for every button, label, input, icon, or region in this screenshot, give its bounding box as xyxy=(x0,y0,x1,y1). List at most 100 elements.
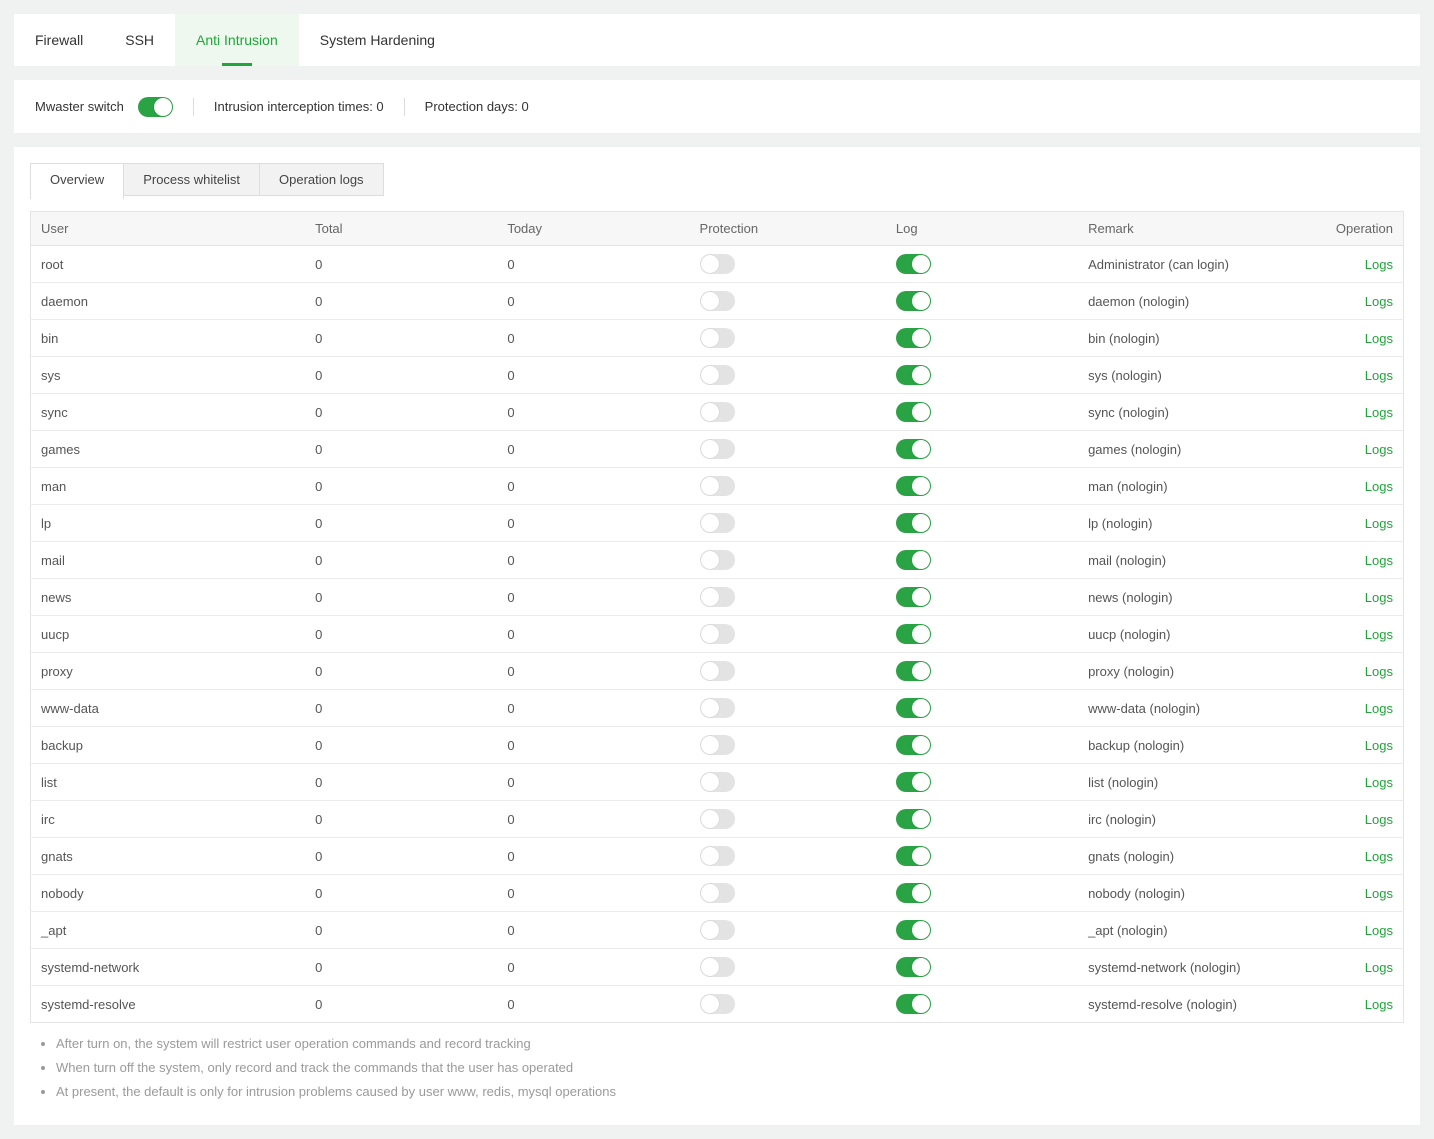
log-toggle[interactable] xyxy=(896,328,931,348)
toggle-knob xyxy=(701,995,719,1013)
user-table: UserTotalTodayProtectionLogRemarkOperati… xyxy=(30,211,1404,1023)
remark-cell: games (nologin) xyxy=(1078,431,1325,468)
logs-link[interactable]: Logs xyxy=(1365,294,1393,309)
log-toggle[interactable] xyxy=(896,809,931,829)
protection-toggle[interactable] xyxy=(700,772,735,792)
today-cell: 0 xyxy=(497,875,689,912)
log-toggle[interactable] xyxy=(896,254,931,274)
log-toggle[interactable] xyxy=(896,698,931,718)
protection-toggle[interactable] xyxy=(700,254,735,274)
total-cell: 0 xyxy=(305,616,497,653)
log-toggle[interactable] xyxy=(896,846,931,866)
protection-toggle[interactable] xyxy=(700,550,735,570)
logs-link[interactable]: Logs xyxy=(1365,405,1393,420)
top-tab[interactable]: SSH xyxy=(104,14,175,66)
logs-link[interactable]: Logs xyxy=(1365,775,1393,790)
protection-toggle[interactable] xyxy=(700,698,735,718)
logs-link[interactable]: Logs xyxy=(1365,664,1393,679)
total-cell: 0 xyxy=(305,801,497,838)
log-toggle[interactable] xyxy=(896,735,931,755)
user-cell: news xyxy=(31,579,306,616)
master-switch-toggle[interactable] xyxy=(138,97,173,117)
table-row: proxy 0 0 proxy (nologin) Logs xyxy=(31,653,1404,690)
logs-link[interactable]: Logs xyxy=(1365,257,1393,272)
toggle-knob xyxy=(154,98,172,116)
logs-link[interactable]: Logs xyxy=(1365,923,1393,938)
log-toggle[interactable] xyxy=(896,365,931,385)
protection-toggle[interactable] xyxy=(700,920,735,940)
note-item: At present, the default is only for intr… xyxy=(56,1085,1404,1099)
table-row: uucp 0 0 uucp (nologin) Logs xyxy=(31,616,1404,653)
total-cell: 0 xyxy=(305,764,497,801)
top-tab-label: System Hardening xyxy=(320,32,435,48)
logs-link[interactable]: Logs xyxy=(1365,960,1393,975)
logs-link[interactable]: Logs xyxy=(1365,701,1393,716)
protection-toggle[interactable] xyxy=(700,661,735,681)
logs-link[interactable]: Logs xyxy=(1365,516,1393,531)
protection-toggle[interactable] xyxy=(700,365,735,385)
protection-toggle[interactable] xyxy=(700,846,735,866)
log-toggle[interactable] xyxy=(896,624,931,644)
log-toggle[interactable] xyxy=(896,772,931,792)
log-toggle[interactable] xyxy=(896,550,931,570)
toggle-knob xyxy=(912,699,930,717)
logs-link[interactable]: Logs xyxy=(1365,886,1393,901)
log-toggle[interactable] xyxy=(896,439,931,459)
log-toggle[interactable] xyxy=(896,513,931,533)
protection-toggle[interactable] xyxy=(700,994,735,1014)
top-tab[interactable]: System Hardening xyxy=(299,14,456,66)
log-toggle[interactable] xyxy=(896,476,931,496)
protection-toggle[interactable] xyxy=(700,587,735,607)
protection-toggle[interactable] xyxy=(700,476,735,496)
today-cell: 0 xyxy=(497,283,689,320)
today-cell: 0 xyxy=(497,320,689,357)
today-cell: 0 xyxy=(497,801,689,838)
table-row: www-data 0 0 www-data (nologin) Logs xyxy=(31,690,1404,727)
logs-link[interactable]: Logs xyxy=(1365,738,1393,753)
protection-toggle[interactable] xyxy=(700,624,735,644)
protection-toggle[interactable] xyxy=(700,957,735,977)
top-tab-bar: Firewall SSH Anti Intrusion System Harde… xyxy=(14,14,1420,66)
toggle-knob xyxy=(701,736,719,754)
log-toggle[interactable] xyxy=(896,920,931,940)
top-tab[interactable]: Firewall xyxy=(14,14,104,66)
sub-tab[interactable]: Operation logs xyxy=(259,163,384,196)
table-row: root 0 0 Administrator (can login) Logs xyxy=(31,246,1404,283)
log-toggle[interactable] xyxy=(896,402,931,422)
toggle-knob xyxy=(912,403,930,421)
protection-toggle[interactable] xyxy=(700,883,735,903)
table-row: bin 0 0 bin (nologin) Logs xyxy=(31,320,1404,357)
protection-toggle[interactable] xyxy=(700,735,735,755)
logs-link[interactable]: Logs xyxy=(1365,368,1393,383)
sub-tab[interactable]: Process whitelist xyxy=(123,163,260,196)
logs-link[interactable]: Logs xyxy=(1365,553,1393,568)
protection-toggle[interactable] xyxy=(700,513,735,533)
user-cell: mail xyxy=(31,542,306,579)
log-toggle[interactable] xyxy=(896,957,931,977)
protection-toggle[interactable] xyxy=(700,402,735,422)
logs-link[interactable]: Logs xyxy=(1365,627,1393,642)
protection-toggle[interactable] xyxy=(700,439,735,459)
logs-link[interactable]: Logs xyxy=(1365,331,1393,346)
logs-link[interactable]: Logs xyxy=(1365,442,1393,457)
log-toggle[interactable] xyxy=(896,661,931,681)
protection-toggle[interactable] xyxy=(700,291,735,311)
sub-tab[interactable]: Overview xyxy=(30,163,124,199)
log-toggle[interactable] xyxy=(896,587,931,607)
protection-toggle[interactable] xyxy=(700,328,735,348)
remark-cell: Administrator (can login) xyxy=(1078,246,1325,283)
sub-tab-label: Process whitelist xyxy=(143,172,240,187)
logs-link[interactable]: Logs xyxy=(1365,479,1393,494)
log-toggle[interactable] xyxy=(896,994,931,1014)
logs-link[interactable]: Logs xyxy=(1365,590,1393,605)
toggle-knob xyxy=(912,847,930,865)
user-cell: backup xyxy=(31,727,306,764)
log-toggle[interactable] xyxy=(896,291,931,311)
protection-toggle[interactable] xyxy=(700,809,735,829)
logs-link[interactable]: Logs xyxy=(1365,812,1393,827)
top-tab[interactable]: Anti Intrusion xyxy=(175,14,299,66)
user-cell: list xyxy=(31,764,306,801)
logs-link[interactable]: Logs xyxy=(1365,997,1393,1012)
logs-link[interactable]: Logs xyxy=(1365,849,1393,864)
log-toggle[interactable] xyxy=(896,883,931,903)
